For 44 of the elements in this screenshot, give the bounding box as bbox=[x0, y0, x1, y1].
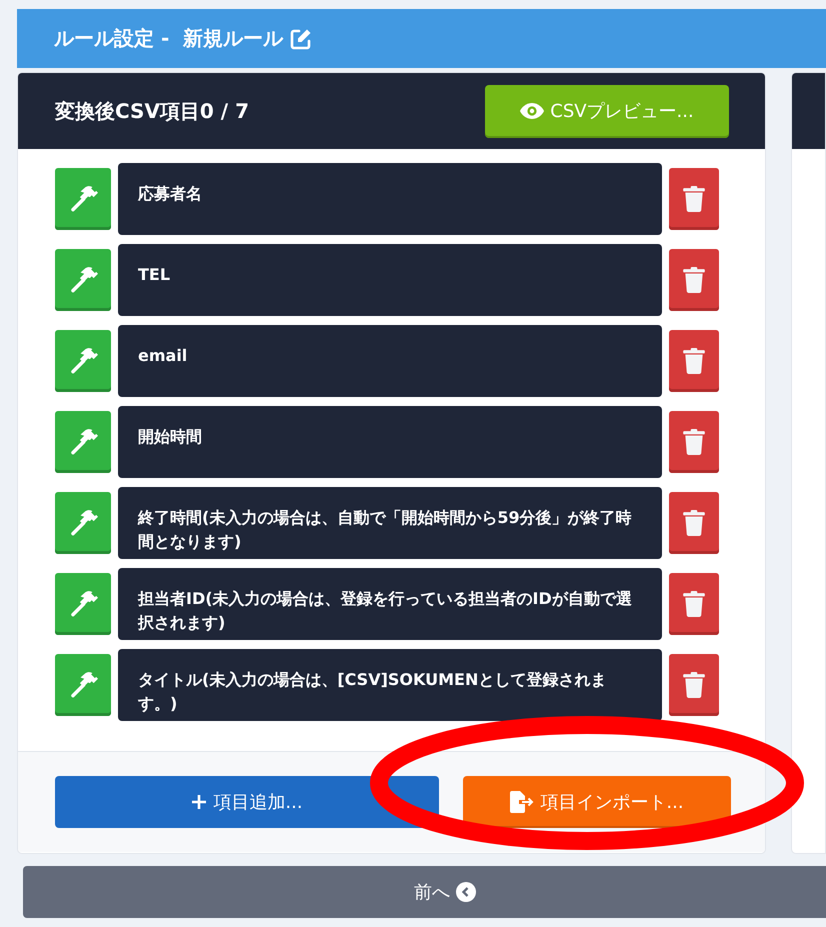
trash-icon bbox=[683, 267, 705, 293]
trash-icon bbox=[683, 591, 705, 617]
edit-item-button[interactable] bbox=[55, 330, 111, 392]
trash-icon bbox=[683, 672, 705, 698]
delete-button[interactable] bbox=[669, 249, 719, 311]
delete-button[interactable] bbox=[669, 330, 719, 392]
edit-item-button[interactable] bbox=[55, 492, 111, 554]
delete-button[interactable] bbox=[669, 654, 719, 716]
back-button[interactable]: 前へ bbox=[23, 866, 826, 918]
add-item-button[interactable]: 項目追加... bbox=[55, 776, 439, 828]
hammer-icon bbox=[68, 508, 98, 538]
edit-item-button[interactable] bbox=[55, 168, 111, 230]
page-title: ルール設定 - 新規ルール bbox=[54, 25, 284, 52]
item-label[interactable]: 開始時間 bbox=[118, 406, 662, 478]
hammer-icon bbox=[68, 346, 98, 376]
delete-button[interactable] bbox=[669, 168, 719, 230]
chevron-left-icon bbox=[456, 882, 476, 902]
delete-button[interactable] bbox=[669, 411, 719, 473]
trash-icon bbox=[683, 186, 705, 212]
item-label[interactable]: 応募者名 bbox=[118, 163, 662, 235]
trash-icon bbox=[683, 510, 705, 536]
item-label[interactable]: TEL bbox=[118, 244, 662, 316]
file-import-icon bbox=[510, 791, 534, 813]
delete-button[interactable] bbox=[669, 573, 719, 635]
item-label[interactable]: タイトル(未入力の場合は、[CSV]SOKUMENとして登録されます。) bbox=[118, 649, 662, 721]
hammer-icon bbox=[68, 589, 98, 619]
hammer-icon bbox=[68, 670, 98, 700]
edit-item-button[interactable] bbox=[55, 249, 111, 311]
delete-button[interactable] bbox=[669, 492, 719, 554]
hammer-icon bbox=[68, 427, 98, 457]
hammer-icon bbox=[68, 265, 98, 295]
hammer-icon bbox=[68, 184, 98, 214]
item-label[interactable]: email bbox=[118, 325, 662, 397]
item-label[interactable]: 終了時間(未入力の場合は、自動で「開始時間から59分後」が終了時間となります) bbox=[118, 487, 662, 559]
trash-icon bbox=[683, 429, 705, 455]
card-title: 変換後CSV項目0 / 7 bbox=[55, 98, 249, 124]
item-label[interactable]: 担当者ID(未入力の場合は、登録を行っている担当者のIDが自動で選択されます) bbox=[118, 568, 662, 640]
edit-item-button[interactable] bbox=[55, 411, 111, 473]
trash-icon bbox=[683, 348, 705, 374]
edit-item-button[interactable] bbox=[55, 654, 111, 716]
plus-icon bbox=[191, 794, 208, 810]
edit-item-button[interactable] bbox=[55, 573, 111, 635]
eye-icon bbox=[520, 103, 544, 119]
edit-icon[interactable] bbox=[289, 26, 314, 50]
